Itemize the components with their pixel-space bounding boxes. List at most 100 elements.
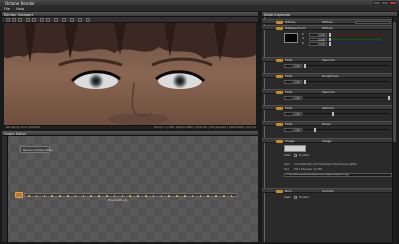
mesh-input-pin[interactable] bbox=[43, 195, 46, 197]
focus-picker-icon[interactable] bbox=[40, 18, 44, 22]
camera-reset-icon[interactable] bbox=[62, 18, 66, 22]
smooth-row[interactable]: Bool Smooth bbox=[262, 188, 397, 193]
image-size-value: 256 x 256 pixels | 0.2 MB bbox=[294, 168, 322, 171]
clay-mode-icon[interactable] bbox=[70, 18, 74, 22]
rgbspectrum-pin[interactable] bbox=[276, 26, 283, 30]
restart-render-icon[interactable] bbox=[26, 18, 30, 22]
menu-file[interactable]: File bbox=[4, 7, 10, 11]
mesh-node[interactable] bbox=[24, 193, 238, 197]
close-button[interactable] bbox=[389, 1, 397, 5]
image-preview[interactable] bbox=[284, 145, 306, 152]
mesh-input-pin[interactable] bbox=[215, 195, 217, 197]
node-inspector-title-label: Node Inspector bbox=[264, 12, 291, 17]
diffuse-pin[interactable] bbox=[276, 20, 283, 24]
mesh-input-pin[interactable] bbox=[207, 195, 209, 197]
color-swatch[interactable] bbox=[284, 33, 298, 43]
mesh-input-pin[interactable] bbox=[184, 195, 186, 197]
menu-help[interactable]: Help bbox=[16, 7, 24, 11]
specular-map-row[interactable]: Float Specular bbox=[262, 89, 397, 94]
mesh-input-node[interactable] bbox=[15, 192, 23, 198]
maximize-button[interactable] bbox=[381, 1, 389, 5]
smooth-pin[interactable] bbox=[276, 189, 283, 193]
specular-map-slider[interactable]: 1.000 bbox=[284, 96, 394, 100]
mesh-input-pin[interactable] bbox=[191, 195, 194, 197]
start-render-icon[interactable] bbox=[6, 18, 10, 22]
inspector-scrollbar-thumb[interactable] bbox=[393, 22, 396, 142]
image-enabled-checkbox[interactable] bbox=[294, 154, 297, 157]
render-status-bar: Rendering done. 00:00:00 Device: 1 | GPU… bbox=[4, 125, 256, 129]
specular-slider[interactable]: 0.000 bbox=[284, 64, 394, 68]
mesh-input-pin[interactable] bbox=[168, 195, 170, 197]
render-stats-text: Device: 1 | GPU: Quadro 4000 | 00:00:00 … bbox=[154, 126, 257, 129]
image-type-field-label: Type bbox=[284, 163, 290, 166]
roughness-row[interactable]: Float Roughness bbox=[262, 73, 397, 78]
mesh-input-pin[interactable] bbox=[152, 195, 155, 197]
mesh-input-pin[interactable] bbox=[160, 195, 163, 197]
pause-render-icon[interactable] bbox=[18, 18, 22, 22]
mesh-input-pin[interactable] bbox=[137, 195, 139, 197]
viewport-title-label: Render Viewport bbox=[4, 12, 34, 17]
mesh-input-pin[interactable] bbox=[98, 195, 100, 197]
power-label: Power bbox=[322, 122, 332, 127]
red-slider[interactable]: R 0.000 bbox=[302, 33, 396, 37]
rgbspectrum-label: RGBspectrum bbox=[285, 26, 306, 31]
mesh-input-pin[interactable] bbox=[199, 195, 202, 197]
power-pin[interactable] bbox=[276, 122, 283, 126]
power-type-label: Float bbox=[285, 122, 293, 127]
mesh-input-pin[interactable] bbox=[230, 195, 233, 197]
smooth-state-label: State bbox=[284, 196, 291, 199]
image-label: Image bbox=[322, 139, 332, 144]
mesh-input-pin[interactable] bbox=[176, 195, 178, 197]
specular-label: Specular bbox=[322, 58, 336, 63]
image-row[interactable]: Image Image bbox=[262, 138, 397, 143]
mesh-input-pin[interactable] bbox=[28, 195, 30, 197]
rgbspectrum-row[interactable]: RGBspectrum Diffuse bbox=[262, 25, 397, 30]
diffuse-label-2: Diffuse bbox=[322, 20, 333, 25]
render-viewport[interactable] bbox=[4, 23, 256, 125]
mesh-input-pin[interactable] bbox=[35, 195, 38, 197]
white-balance-picker-icon[interactable] bbox=[46, 18, 50, 22]
minimize-button[interactable] bbox=[373, 1, 381, 5]
gamma-type-label: Float bbox=[285, 106, 293, 111]
zoom-icon[interactable] bbox=[32, 18, 36, 22]
blue-slider[interactable]: B 0.000 bbox=[302, 42, 396, 46]
mesh-input-pin[interactable] bbox=[106, 195, 108, 197]
specular-map-pin[interactable] bbox=[276, 90, 283, 94]
mesh-input-pin[interactable] bbox=[121, 195, 124, 197]
power-slider[interactable]: 1.000 bbox=[284, 128, 394, 132]
stop-render-icon[interactable] bbox=[12, 18, 16, 22]
smooth-enabled-checkbox[interactable] bbox=[294, 196, 297, 199]
rendered-face-image bbox=[4, 23, 256, 125]
green-slider[interactable]: G 0.000 bbox=[302, 37, 396, 42]
mesh-input-pin[interactable] bbox=[51, 195, 53, 197]
roughness-pin[interactable] bbox=[276, 74, 283, 78]
mesh-input-pin[interactable] bbox=[129, 195, 131, 197]
image-state-label: State bbox=[284, 154, 291, 157]
mesh-input-pin[interactable] bbox=[67, 195, 69, 197]
mesh-input-pin[interactable] bbox=[113, 195, 116, 197]
gamma-slider[interactable]: 2.200 bbox=[284, 112, 394, 116]
mesh-input-pin[interactable] bbox=[74, 195, 77, 197]
tree-guide-line bbox=[264, 17, 274, 242]
mesh-input-pin[interactable] bbox=[59, 195, 61, 197]
image-pin[interactable] bbox=[276, 139, 283, 143]
render-configuration-node[interactable]: Render Configuration bbox=[20, 146, 53, 153]
specular-row[interactable]: Float Specular bbox=[262, 57, 397, 62]
save-image-icon[interactable] bbox=[86, 18, 90, 22]
roughness-slider[interactable]: 0.000 bbox=[284, 80, 394, 84]
mesh-input-pin[interactable] bbox=[82, 195, 85, 197]
image-path-field[interactable]: C:/Users/Documents/Desktop/Textures/Sphe… bbox=[284, 173, 392, 177]
specular-pin[interactable] bbox=[276, 58, 283, 62]
mesh-input-pin[interactable] bbox=[223, 195, 225, 197]
diffuse-selector[interactable] bbox=[355, 20, 391, 24]
power-row[interactable]: Float Power bbox=[262, 121, 397, 126]
subsampling-icon[interactable] bbox=[78, 18, 82, 22]
material-picker-icon[interactable] bbox=[54, 18, 58, 22]
gamma-row[interactable]: Float Gamma bbox=[262, 105, 397, 110]
mesh-input-pin[interactable] bbox=[145, 195, 147, 197]
gamma-pin[interactable] bbox=[276, 106, 283, 110]
mesh-input-pin[interactable] bbox=[90, 195, 92, 197]
diffuse-row[interactable]: Diffuse Diffuse bbox=[262, 19, 397, 24]
image-size-label: Size bbox=[284, 168, 290, 171]
node-palette-sidebar[interactable] bbox=[2, 136, 8, 242]
